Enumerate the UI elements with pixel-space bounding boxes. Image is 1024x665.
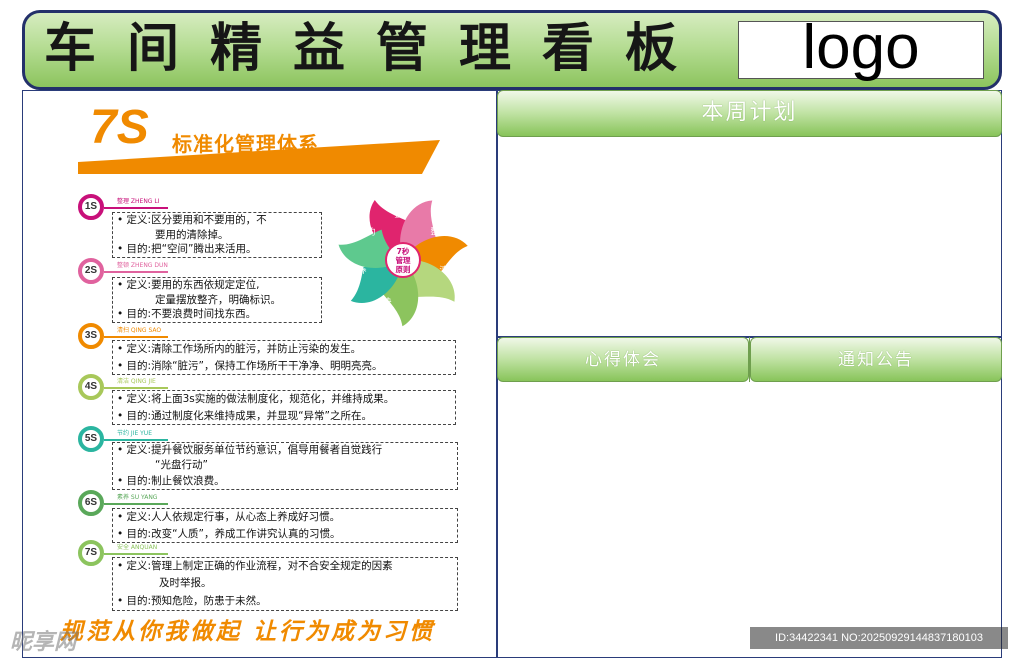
item-tag: 安全 ANQUAN [117, 544, 158, 551]
title-stripe [78, 140, 440, 174]
item-line-text: • 定义:要用的东西依规定定位, [117, 279, 260, 291]
wheel-center-label: 管理 [396, 255, 411, 265]
item-connector [104, 387, 168, 389]
item-tag: 清扫 QING SAO [117, 327, 162, 334]
item-connector [104, 336, 168, 338]
item-line-text: • 定义:区分要用和不要用的，不 [117, 214, 267, 226]
item-description-box: • 定义:清除工作场所内的脏污，并防止污染的发生。 • 目的:消除“脏污”，保持工… [112, 340, 456, 375]
item-tag: 素养 SU YANG [117, 494, 158, 501]
logo: logo [738, 17, 984, 79]
wheel-petal-label: 节约 [359, 226, 376, 237]
item-connector [104, 207, 168, 209]
item-tag: 整顿 ZHENG DUN [117, 262, 168, 269]
item-connector [104, 553, 168, 555]
wheel-petal-label: 素养 [350, 265, 368, 276]
item-badge-6s: 6S [78, 490, 104, 516]
item-line-text: 要用的清除掉。 [155, 228, 229, 241]
item-description-box: • 定义:区分要用和不要用的，不 要用的清除掉。 • 目的:把“空间”腾出来活用。 [112, 212, 322, 258]
item-line-text: • 目的:制止餐饮浪费。 [117, 474, 225, 487]
experience-header: 心得体会 [497, 337, 749, 382]
item-connector [104, 271, 168, 273]
item-line-text: • 目的:把“空间”腾出来活用。 [117, 243, 257, 256]
watermark-brand: 昵享网 [10, 630, 77, 655]
item-connector [104, 439, 168, 441]
item-line-text: • 定义:提升餐饮服务单位节约意识，倡导用餐者自觉践行 [117, 444, 383, 456]
item-badge-4s: 4S [78, 374, 104, 400]
item-tag: 节约 JIE YUE [117, 430, 152, 437]
item-connector [104, 503, 168, 505]
item-line-text: • 定义:将上面3s实施的做法制度化，规范化，并维持成果。 [117, 393, 395, 405]
notice-header: 通知公告 [750, 337, 1002, 382]
item-line-text: • 目的:预知危险，防患于未然。 [117, 594, 267, 607]
item-tag: 清洁 QING JIE [117, 378, 156, 385]
item-badge-3s: 3S [78, 323, 104, 349]
item-badge-5s: 5S [78, 426, 104, 452]
seven-principles-wheel: 整理整顿清扫清洁解决素养节约7秒管理原则 [338, 200, 468, 327]
page-title: 车间精益管理看板 [44, 19, 709, 79]
item-description-box: • 定义:提升餐饮服务单位节约意识，倡导用餐者自觉践行 “光盘行动” • 目的:制止… [112, 442, 458, 490]
item-badge-1s: 1S [78, 194, 104, 220]
item-line-text: “光盘行动” [155, 459, 208, 472]
item-line-text: • 定义:清除工作场所内的脏污，并防止污染的发生。 [117, 343, 362, 355]
item-line-text: • 目的:不要浪费时间找东西。 [117, 308, 257, 321]
item-badge-2s: 2S [78, 258, 104, 284]
item-description-box: • 定义:人人依规定行事，从心态上养成好习惯。 • 目的:改变“人质”，养成工作讲… [112, 508, 458, 543]
wheel-center-label: 7秒 [397, 246, 410, 256]
item-line-text: 及时举报。 [159, 577, 212, 590]
weekly-plan-header: 本周计划 [497, 90, 1002, 137]
item-line-text: • 定义:管理上制定正确的作业流程，对不合安全规定的因素 [117, 560, 393, 572]
item-line-text: • 目的:通过制度化来维持成果，并显现“异常”之所在。 [117, 409, 372, 422]
wheel-center-label: 原则 [396, 264, 411, 274]
item-description-box: • 定义:要用的东西依规定定位, 定量摆放整齐，明确标识。 • 目的:不要浪费时间找… [112, 277, 322, 323]
item-tag: 整理 ZHENG LI [117, 198, 160, 205]
item-line-text: • 目的:改变“人质”，养成工作讲究认真的习惯。 [117, 527, 341, 540]
item-description-box: • 定义:管理上制定正确的作业流程，对不合安全规定的因素及时举报。 • 目的:预知… [112, 557, 458, 611]
item-line-text: 定量摆放整齐，明确标识。 [155, 293, 281, 306]
header-split [749, 337, 750, 382]
item-line-text: • 目的:消除“脏污”，保持工作场所干干净净、明明亮亮。 [117, 359, 383, 372]
item-description-box: • 定义:将上面3s实施的做法制度化，规范化，并维持成果。 • 目的:通过制度化来… [112, 390, 456, 425]
slogan: 规范从你我做起 让行为成为习惯 [60, 619, 436, 645]
wheel-petal-label: 整顿 [430, 226, 448, 237]
item-line-text: • 定义:人人依规定行事，从心态上养成好习惯。 [117, 511, 341, 523]
item-badge-7s: 7S [78, 540, 104, 566]
watermark-id: ID:34422341 NO:20250929144837180103 [750, 627, 1008, 649]
